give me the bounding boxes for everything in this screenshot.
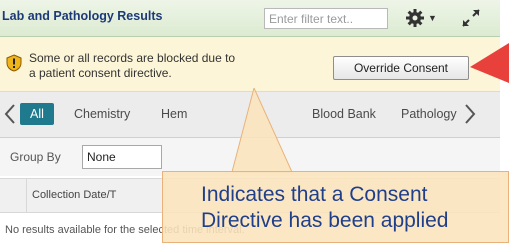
callout-pointer [231, 88, 293, 173]
tab-pathology[interactable]: Pathology [401, 103, 457, 125]
tab-hematology[interactable]: Hem [161, 103, 187, 125]
column-header-collection-date[interactable]: Collection Date/T [32, 189, 116, 201]
gear-icon[interactable] [405, 8, 425, 28]
tab-chemistry[interactable]: Chemistry [74, 103, 130, 125]
consent-message: Some or all records are blocked due to a… [29, 51, 329, 81]
expand-icon[interactable] [460, 7, 482, 29]
consent-message-line2: a patient consent directive. [29, 66, 172, 80]
callout-line1: Indicates that a Consent [201, 183, 428, 206]
callout-box: Indicates that a Consent Directive has b… [162, 171, 509, 243]
panel-header: Lab and Pathology Results ▼ [0, 0, 500, 37]
override-consent-button[interactable]: Override Consent [333, 56, 469, 80]
panel-title: Lab and Pathology Results [2, 9, 163, 23]
callout-line2: Directive has been applied [201, 209, 449, 232]
shield-icon [6, 54, 22, 72]
column-separator [26, 179, 27, 212]
filter-input[interactable] [264, 8, 388, 29]
group-by-label: Group By [10, 150, 61, 164]
consent-message-line1: Some or all records are blocked due to [29, 51, 236, 65]
chevron-right-icon[interactable] [464, 104, 476, 124]
chevron-left-icon[interactable] [4, 104, 16, 124]
tab-blood-bank[interactable]: Blood Bank [312, 103, 376, 125]
callout-text: Indicates that a Consent Directive has b… [201, 182, 449, 234]
tab-all[interactable]: All [20, 103, 54, 125]
red-arrow-icon [470, 43, 509, 83]
chevron-down-icon[interactable]: ▼ [428, 13, 437, 23]
consent-warning-bar: Some or all records are blocked due to a… [0, 37, 500, 92]
group-by-select[interactable]: None [82, 145, 162, 169]
